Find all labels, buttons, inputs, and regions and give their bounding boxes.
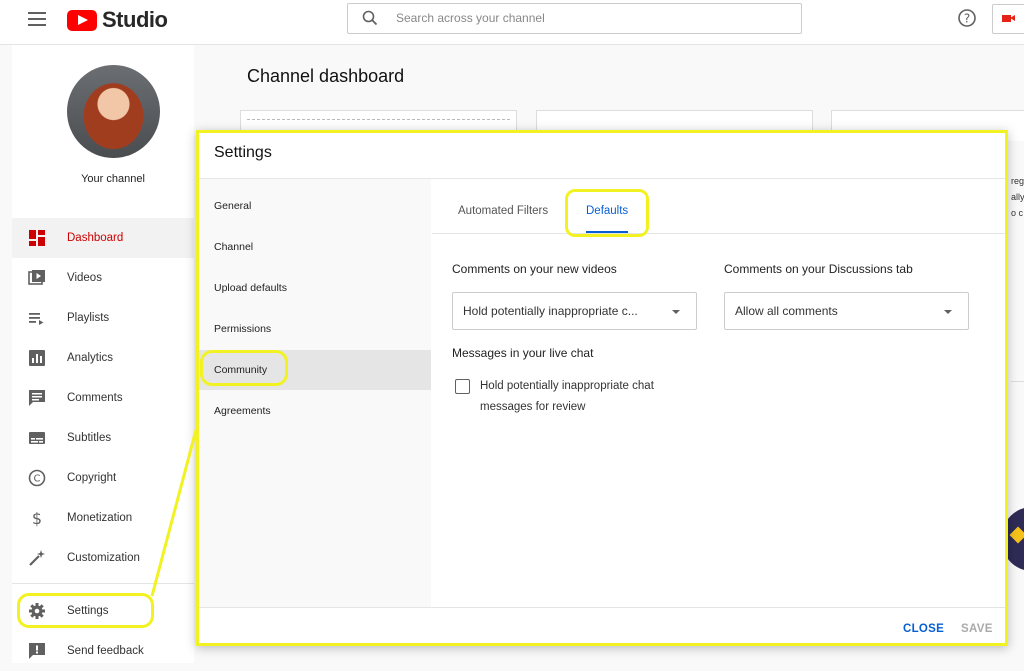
- search-icon: [362, 10, 378, 26]
- settings-nav-label: Upload defaults: [214, 282, 287, 294]
- copyright-icon: C: [28, 469, 46, 487]
- search-input[interactable]: [394, 10, 778, 26]
- svg-text:C: C: [34, 474, 41, 485]
- sidebar-item-label: Videos: [67, 272, 102, 284]
- defaults-tab-highlight: [565, 189, 649, 237]
- feedback-icon: [29, 643, 45, 659]
- sidebar-item-label: Playlists: [67, 312, 110, 324]
- page-title: Channel dashboard: [247, 66, 405, 86]
- dialog-title: Settings: [214, 144, 272, 161]
- card-divider: [1011, 381, 1024, 382]
- sidebar-item-analytics[interactable]: Analytics: [12, 338, 194, 378]
- your-channel-label: Your channel: [81, 173, 145, 185]
- sidebar-item-comments[interactable]: Comments: [12, 378, 194, 418]
- community-highlight: [200, 350, 288, 386]
- dollar-icon: $: [32, 509, 42, 527]
- sidebar-item-label: Dashboard: [67, 232, 124, 244]
- settings-nav: General Channel Upload defaults Permissi…: [199, 179, 431, 607]
- sidebar-item-label: Monetization: [67, 512, 133, 524]
- sidebar-item-label: Analytics: [67, 352, 114, 364]
- settings-nav-label: Channel: [214, 241, 254, 253]
- settings-nav-label: General: [214, 200, 252, 212]
- sidebar-item-label: Subtitles: [67, 432, 112, 444]
- select-value: Hold potentially inappropriate c...: [463, 304, 638, 318]
- settings-nav-general[interactable]: General: [199, 186, 431, 226]
- menu-icon[interactable]: [28, 12, 46, 26]
- settings-nav-agreements[interactable]: Agreements: [199, 391, 431, 431]
- studio-logo[interactable]: Studio: [67, 7, 168, 33]
- create-button[interactable]: [992, 4, 1024, 34]
- create-video-icon: [1002, 15, 1015, 22]
- live-chat-label: Messages in your live chat: [452, 346, 594, 360]
- top-bar: Studio ?: [0, 0, 1024, 45]
- sidebar: Your channel Dashboard Videos Playlists …: [12, 45, 194, 663]
- live-chat-checkbox-label[interactable]: Hold potentially inappropriate chat mess…: [480, 376, 695, 418]
- tab-automated-filters[interactable]: Automated Filters: [458, 205, 548, 217]
- dropdown-arrow-icon: [944, 310, 952, 314]
- sidebar-nav: Dashboard Videos Playlists Analytics Com…: [12, 218, 194, 578]
- comments-icon: [29, 390, 45, 406]
- sidebar-item-send-feedback[interactable]: Send feedback: [12, 631, 194, 671]
- live-chat-checkbox[interactable]: [455, 379, 470, 394]
- brand-name: Studio: [102, 7, 168, 32]
- settings-nav-upload-defaults[interactable]: Upload defaults: [199, 268, 431, 308]
- tabs-divider: [432, 233, 1005, 234]
- dialog-footer-divider: [199, 607, 1005, 608]
- discussions-label: Comments on your Discussions tab: [724, 262, 913, 276]
- sidebar-item-subtitles[interactable]: Subtitles: [12, 418, 194, 458]
- svg-text:$: $: [32, 509, 42, 527]
- search-box[interactable]: [347, 3, 802, 34]
- sidebar-item-monetization[interactable]: $ Monetization: [12, 498, 194, 538]
- settings-nav-permissions[interactable]: Permissions: [199, 309, 431, 349]
- sidebar-item-playlists[interactable]: Playlists: [12, 298, 194, 338]
- channel-avatar[interactable]: [67, 65, 160, 158]
- sidebar-item-dashboard[interactable]: Dashboard: [12, 218, 194, 258]
- sidebar-item-label: Customization: [67, 552, 140, 564]
- dashboard-icon: [29, 230, 45, 246]
- select-value: Allow all comments: [735, 304, 838, 318]
- close-button[interactable]: CLOSE: [903, 623, 944, 635]
- settings-nav-channel[interactable]: Channel: [199, 227, 431, 267]
- sidebar-item-copyright[interactable]: C Copyright: [12, 458, 194, 498]
- new-videos-label: Comments on your new videos: [452, 262, 617, 276]
- sidebar-item-videos[interactable]: Videos: [12, 258, 194, 298]
- discussions-comments-select[interactable]: Allow all comments: [724, 292, 969, 330]
- sidebar-item-label: Copyright: [67, 472, 117, 484]
- sidebar-divider: [12, 583, 194, 584]
- save-button[interactable]: SAVE: [961, 623, 993, 635]
- magic-wand-icon: [29, 550, 45, 566]
- svg-text:?: ?: [964, 12, 970, 26]
- help-icon[interactable]: ?: [957, 8, 977, 28]
- youtube-logo-icon: [67, 9, 97, 31]
- settings-nav-label: Agreements: [214, 405, 271, 417]
- sidebar-item-label: Comments: [67, 392, 123, 404]
- new-videos-comments-select[interactable]: Hold potentially inappropriate c...: [452, 292, 697, 330]
- card-text-fragment: ally: [1011, 192, 1024, 202]
- card-text-fragment: o c: [1011, 208, 1024, 218]
- dropdown-arrow-icon: [672, 310, 680, 314]
- analytics-icon: [29, 350, 45, 366]
- subtitles-icon: [29, 432, 45, 444]
- sidebar-item-customization[interactable]: Customization: [12, 538, 194, 578]
- playlists-icon: [29, 313, 44, 325]
- settings-highlight: [17, 593, 154, 628]
- settings-nav-label: Permissions: [214, 323, 272, 335]
- card-text-fragment: reg: [1011, 176, 1024, 186]
- sidebar-item-label: Send feedback: [67, 645, 144, 657]
- videos-icon: [28, 270, 45, 285]
